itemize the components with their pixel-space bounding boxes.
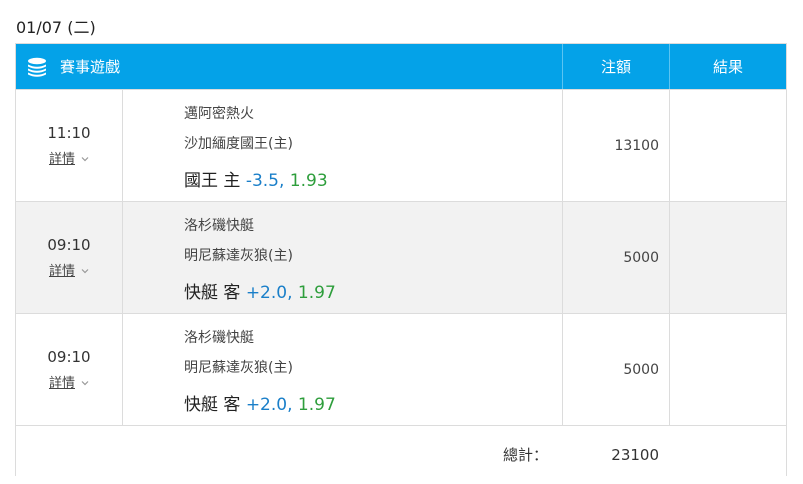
away-team: 洛杉磯快艇 xyxy=(184,330,254,346)
game-time: 09:10 xyxy=(47,348,91,366)
result-cell xyxy=(669,314,786,425)
away-team: 洛杉磯快艇 xyxy=(184,218,254,234)
game-cell: 洛杉磯快艇 明尼蘇達灰狼(主) 快艇 客 +2.0, 1.97 xyxy=(123,314,562,425)
home-team: 明尼蘇達灰狼(主) xyxy=(184,360,293,376)
total-value: 23100 xyxy=(611,446,659,464)
handicap-value: +2.0, xyxy=(245,395,293,415)
table-row: 11:10 詳情 邁阿密熱火 沙加緬度國王(主) 國王 主 -3.5, 1.93… xyxy=(16,89,786,201)
pick-line: 快艇 客 +2.0, 1.97 xyxy=(184,278,562,303)
game-time: 11:10 xyxy=(47,124,91,142)
details-link[interactable]: 詳情 xyxy=(49,148,89,167)
bet-amount: 5000 xyxy=(562,314,669,425)
home-team: 明尼蘇達灰狼(主) xyxy=(184,248,293,264)
time-cell: 11:10 詳情 xyxy=(16,90,123,201)
bet-amount: 13100 xyxy=(562,90,669,201)
chevron-down-icon[interactable] xyxy=(81,155,89,163)
coin-stack-icon xyxy=(28,57,46,77)
odds-value: 1.97 xyxy=(297,283,336,303)
time-cell: 09:10 詳情 xyxy=(16,314,123,425)
odds-value: 1.97 xyxy=(297,395,336,415)
table-row: 09:10 詳情 洛杉磯快艇 明尼蘇達灰狼(主) 快艇 客 +2.0, 1.97… xyxy=(16,313,786,425)
result-cell xyxy=(669,90,786,201)
game-cell: 邁阿密熱火 沙加緬度國王(主) 國王 主 -3.5, 1.93 xyxy=(123,90,562,201)
handicap-value: +2.0, xyxy=(245,283,293,303)
total-label: 總計： xyxy=(502,446,548,464)
bet-amount: 5000 xyxy=(562,202,669,313)
game-time: 09:10 xyxy=(47,236,91,254)
date-label: 01/07 (二) xyxy=(16,18,96,37)
result-cell xyxy=(669,202,786,313)
details-label[interactable]: 詳情 xyxy=(49,264,75,279)
header-section: 賽事遊戲 xyxy=(16,44,562,89)
away-team: 邁阿密熱火 xyxy=(184,106,254,122)
header-bet: 注額 xyxy=(562,44,669,89)
table-row: 09:10 詳情 洛杉磯快艇 明尼蘇達灰狼(主) 快艇 客 +2.0, 1.97… xyxy=(16,201,786,313)
pick-line: 快艇 客 +2.0, 1.97 xyxy=(184,390,562,415)
game-cell: 洛杉磯快艇 明尼蘇達灰狼(主) 快艇 客 +2.0, 1.97 xyxy=(123,202,562,313)
details-label[interactable]: 詳情 xyxy=(49,376,75,391)
pick-line: 國王 主 -3.5, 1.93 xyxy=(184,166,562,191)
pick-team: 快艇 客 xyxy=(184,283,241,303)
details-label[interactable]: 詳情 xyxy=(49,152,75,167)
header-result: 結果 xyxy=(669,44,786,89)
bet-table: 賽事遊戲 注額 結果 11:10 詳情 邁阿密熱火 沙加緬度國王(主) 國王 主… xyxy=(15,43,787,476)
odds-value: 1.93 xyxy=(289,171,328,191)
chevron-down-icon[interactable] xyxy=(81,267,89,275)
time-cell: 09:10 詳情 xyxy=(16,202,123,313)
chevron-down-icon[interactable] xyxy=(81,379,89,387)
handicap-value: -3.5, xyxy=(245,171,285,191)
details-link[interactable]: 詳情 xyxy=(49,260,89,279)
header-section-label: 賽事遊戲 xyxy=(60,58,121,76)
home-team: 沙加緬度國王(主) xyxy=(184,136,293,152)
table-header: 賽事遊戲 注額 結果 xyxy=(16,44,786,89)
pick-team: 快艇 客 xyxy=(184,395,241,415)
total-row: 總計： 23100 xyxy=(16,425,786,476)
pick-team: 國王 主 xyxy=(184,171,241,191)
details-link[interactable]: 詳情 xyxy=(49,372,89,391)
